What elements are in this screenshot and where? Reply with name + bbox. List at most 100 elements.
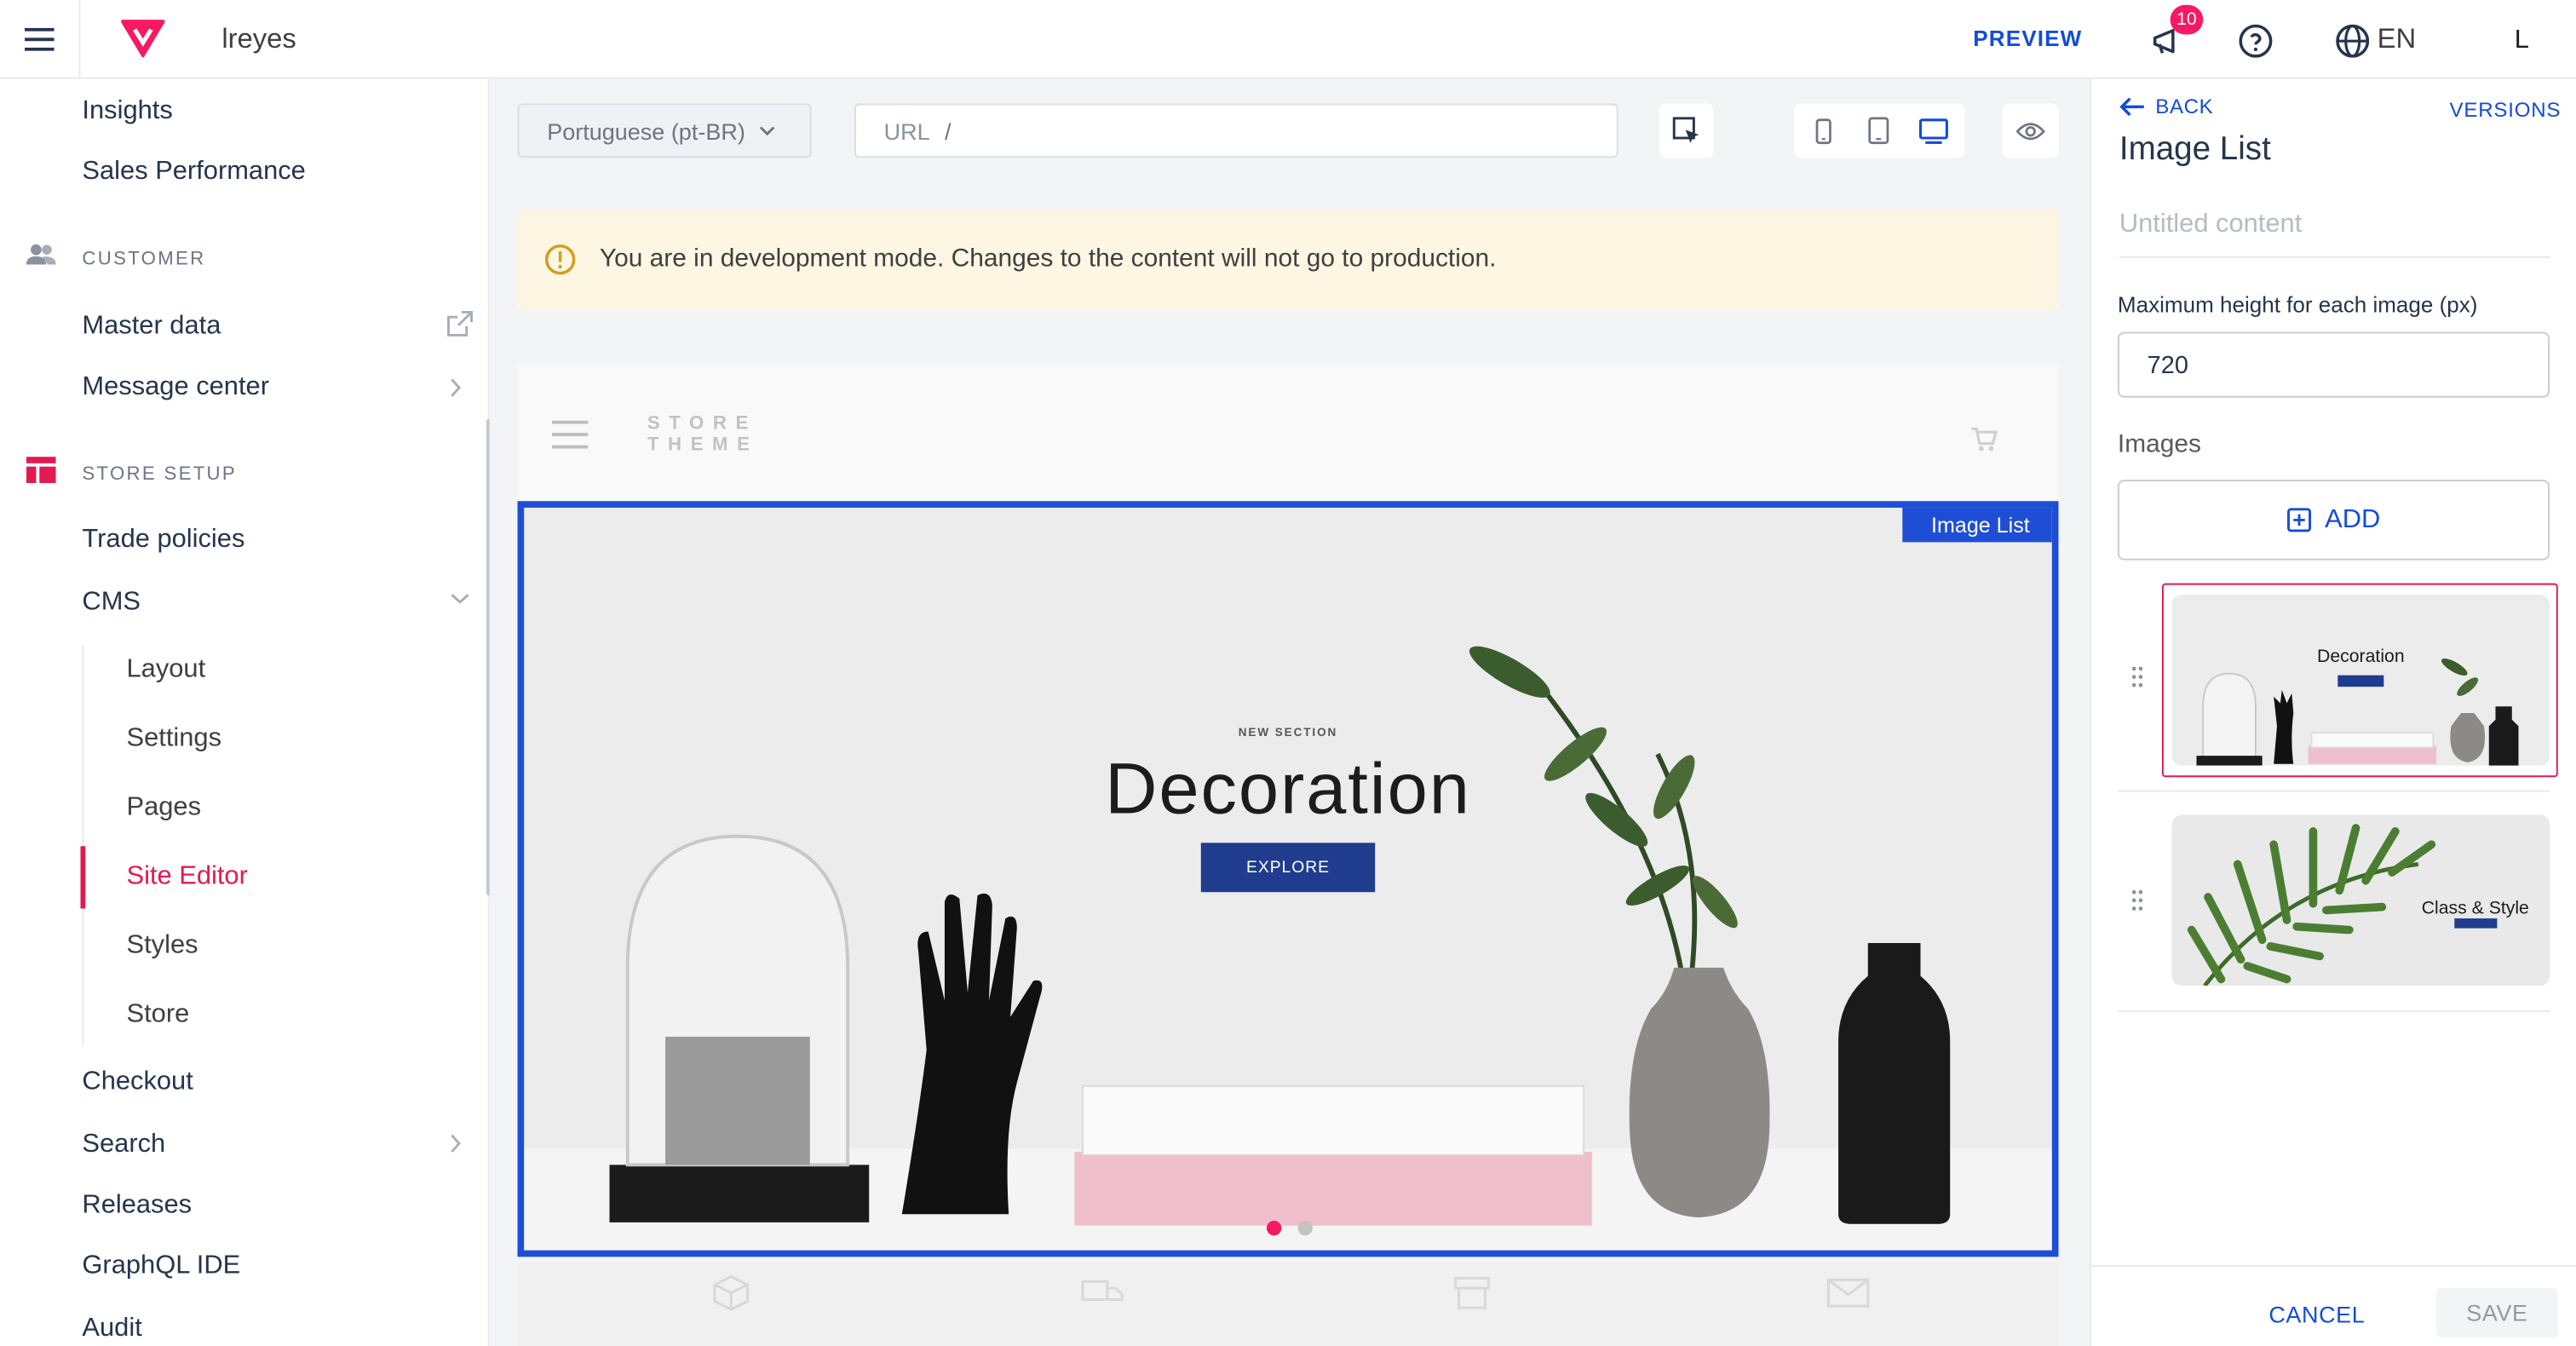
envelope-icon xyxy=(1826,1278,1870,1308)
selected-block-label: Image List xyxy=(1902,507,2052,543)
sidebar-item-graphql-ide[interactable]: GraphQL IDE xyxy=(82,1252,240,1282)
sidebar-item-audit[interactable]: Audit xyxy=(82,1314,141,1344)
store-setup-heading: STORE SETUP xyxy=(82,464,238,485)
image-list-banner[interactable]: NEW SECTION Decoration EXPLORE Image Lis… xyxy=(517,501,2059,1257)
store-logo-line1: STORE xyxy=(647,413,757,434)
notification-badge: 10 xyxy=(2170,4,2204,35)
tablet-icon xyxy=(1867,117,1889,145)
store-setup-icon xyxy=(26,457,56,483)
hamburger-menu-button[interactable] xyxy=(0,0,81,79)
inspect-button[interactable] xyxy=(1659,103,1714,158)
slide-dot[interactable] xyxy=(1297,1220,1313,1236)
image-thumbnail-decoration[interactable]: Decoration xyxy=(2171,595,2550,766)
preview-button[interactable]: PREVIEW xyxy=(1973,26,2082,51)
editor-canvas: Portuguese (pt-BR) URL / You are in deve… xyxy=(489,78,2090,1346)
help-circle-icon xyxy=(2239,24,2273,58)
sidebar-item-search[interactable]: Search xyxy=(82,1130,165,1160)
account-name[interactable]: lreyes xyxy=(221,23,296,56)
vtex-logo[interactable] xyxy=(118,16,168,59)
language-select-value: Portuguese (pt-BR) xyxy=(547,117,745,144)
thumbnail-caption: Decoration xyxy=(2317,647,2405,667)
select-cursor-icon xyxy=(1671,116,1699,142)
warning-icon xyxy=(544,244,576,275)
panel-title: Image List xyxy=(2119,131,2271,168)
top-bar: lreyes PREVIEW 10 EN L xyxy=(0,0,2576,79)
arrow-left-icon xyxy=(2119,97,2144,117)
url-input[interactable]: URL / xyxy=(854,103,1619,158)
drag-handle-icon[interactable] xyxy=(2130,889,2143,917)
sidebar: Insights Sales Performance CUSTOMER Mast… xyxy=(0,78,490,1346)
customer-heading: CUSTOMER xyxy=(82,250,206,270)
sidebar-subitem-store[interactable]: Store xyxy=(126,1000,189,1030)
divider xyxy=(2117,1010,2550,1012)
versions-button[interactable]: VERSIONS xyxy=(2449,99,2561,122)
footer-divider xyxy=(2091,1264,2576,1267)
mobile-icon xyxy=(1815,118,1831,144)
mobile-view-button[interactable] xyxy=(1798,105,1849,157)
sidebar-item-cms[interactable]: CMS xyxy=(82,588,141,618)
properties-panel: BACK VERSIONS Image List Untitled conten… xyxy=(2090,78,2576,1346)
external-link-icon[interactable] xyxy=(447,310,474,336)
hamburger-icon[interactable] xyxy=(551,420,589,449)
chevron-right-icon xyxy=(451,378,461,397)
divider xyxy=(2117,790,2550,792)
back-label: BACK xyxy=(2155,95,2214,118)
banner-overline: NEW SECTION xyxy=(1238,728,1338,739)
globe-icon xyxy=(2336,24,2370,58)
sidebar-item-sales-performance[interactable]: Sales Performance xyxy=(82,158,305,187)
url-label: URL xyxy=(883,117,930,144)
slide-dot-active[interactable] xyxy=(1266,1220,1282,1236)
active-indicator xyxy=(80,846,86,909)
language-code[interactable]: EN xyxy=(2378,23,2417,56)
eye-icon xyxy=(2015,122,2045,140)
truck-icon xyxy=(1081,1280,1124,1302)
image-thumbnail-class-style[interactable]: Class & Style xyxy=(2171,814,2550,986)
plus-square-icon xyxy=(2287,508,2312,532)
images-label: Images xyxy=(2117,430,2201,459)
content-name-input[interactable]: Untitled content xyxy=(2119,210,2550,258)
chevron-right-icon xyxy=(451,1134,461,1153)
sidebar-item-master-data[interactable]: Master data xyxy=(82,312,221,342)
users-icon xyxy=(26,244,56,265)
back-button[interactable]: BACK xyxy=(2119,95,2213,118)
store-logo[interactable]: STORE THEME xyxy=(647,414,759,457)
sidebar-item-checkout[interactable]: Checkout xyxy=(82,1068,193,1098)
sidebar-subitem-site-editor[interactable]: Site Editor xyxy=(126,862,247,892)
store-benefits-strip xyxy=(517,1262,2059,1346)
sidebar-subitem-layout[interactable]: Layout xyxy=(126,655,205,685)
sidebar-item-releases[interactable]: Releases xyxy=(82,1191,192,1221)
user-avatar[interactable]: L xyxy=(2497,16,2546,66)
store-icon xyxy=(1454,1276,1490,1309)
sidebar-subitem-styles[interactable]: Styles xyxy=(126,931,198,961)
language-button[interactable] xyxy=(2332,20,2374,62)
store-logo-line2: THEME xyxy=(647,435,759,456)
help-button[interactable] xyxy=(2234,20,2277,62)
hamburger-icon xyxy=(24,27,55,51)
language-select[interactable]: Portuguese (pt-BR) xyxy=(517,103,812,158)
save-button[interactable]: SAVE xyxy=(2436,1287,2558,1337)
sidebar-subitem-pages[interactable]: Pages xyxy=(126,793,201,823)
max-height-input[interactable]: 720 xyxy=(2117,331,2550,398)
chevron-down-icon xyxy=(759,126,774,136)
dev-mode-warning: You are in development mode. Changes to … xyxy=(517,210,2059,309)
sidebar-item-insights[interactable]: Insights xyxy=(82,97,172,127)
chevron-down-icon xyxy=(451,594,469,604)
store-header: STORE THEME xyxy=(517,366,2059,502)
tablet-view-button[interactable] xyxy=(1853,105,1903,157)
max-height-label: Maximum height for each image (px) xyxy=(2117,292,2478,318)
preview-toggle-button[interactable] xyxy=(2002,103,2059,158)
sidebar-subitem-settings[interactable]: Settings xyxy=(126,724,221,754)
decoration-thumbnail-image xyxy=(2171,595,2550,766)
sidebar-item-trade-policies[interactable]: Trade policies xyxy=(82,526,244,555)
desktop-icon xyxy=(1918,118,1948,143)
desktop-view-button[interactable] xyxy=(1907,105,1960,157)
cart-icon[interactable] xyxy=(1971,427,1998,452)
thumbnail-caption: Class & Style xyxy=(2421,898,2529,919)
drag-handle-icon[interactable] xyxy=(2130,665,2143,693)
sidebar-item-message-center[interactable]: Message center xyxy=(82,373,269,403)
banner-title: Decoration xyxy=(1105,749,1471,830)
add-image-button[interactable]: ADD xyxy=(2117,480,2550,561)
explore-button[interactable]: EXPLORE xyxy=(1200,843,1376,893)
cancel-button[interactable]: CANCEL xyxy=(2268,1301,2365,1327)
url-value: / xyxy=(944,117,952,144)
